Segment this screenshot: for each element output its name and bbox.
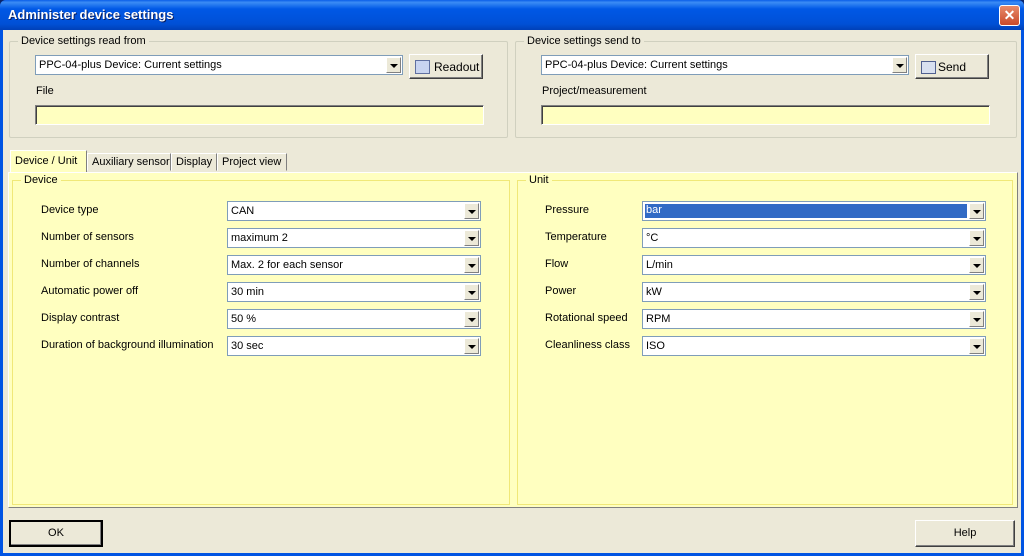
device-row-label: Automatic power off — [41, 285, 139, 297]
unit-row-value: bar — [645, 204, 967, 218]
chevron-down-icon[interactable] — [464, 203, 479, 219]
chevron-down-icon[interactable] — [892, 57, 907, 73]
tab-label: Project view — [222, 156, 282, 168]
chevron-down-icon[interactable] — [969, 203, 984, 219]
device-row-select[interactable]: 50 % — [227, 309, 481, 329]
send-to-group: Device settings send to PPC-04-plus Devi… — [515, 35, 1017, 138]
tab-auxiliary-sensor[interactable]: Auxiliary sensor — [87, 153, 171, 171]
unit-row-label: Rotational speed — [545, 312, 628, 324]
unit-row-select[interactable]: L/min — [642, 255, 986, 275]
close-button[interactable]: ✕ — [999, 5, 1020, 26]
target-device-value: PPC-04-plus Device: Current settings — [545, 59, 728, 71]
device-row-value: 50 % — [231, 313, 257, 325]
tab-display[interactable]: Display — [171, 153, 217, 171]
device-group-label: Device — [21, 174, 61, 186]
chevron-down-icon[interactable] — [464, 311, 479, 327]
chevron-down-icon[interactable] — [969, 311, 984, 327]
unit-row-value: L/min — [646, 259, 673, 271]
ok-label: OK — [48, 527, 64, 539]
read-from-label: Device settings read from — [18, 35, 149, 47]
unit-row-select[interactable]: bar — [642, 201, 986, 221]
unit-row-select[interactable]: ISO — [642, 336, 986, 356]
readout-button[interactable]: Readout — [409, 54, 483, 79]
chevron-down-icon[interactable] — [969, 257, 984, 273]
unit-group-label: Unit — [526, 174, 552, 186]
unit-row-label: Cleanliness class — [545, 339, 630, 351]
unit-row-value: kW — [646, 286, 662, 298]
device-row-value: CAN — [231, 205, 255, 217]
device-row-label: Number of channels — [41, 258, 140, 270]
send-button[interactable]: Send — [915, 54, 989, 79]
file-label: File — [36, 85, 54, 97]
device-row-select[interactable]: maximum 2 — [227, 228, 481, 248]
device-row-select[interactable]: Max. 2 for each sensor — [227, 255, 481, 275]
device-unit-page: Device Device type CAN Number of sensors ma… — [8, 172, 1018, 508]
source-device-value: PPC-04-plus Device: Current settings — [39, 59, 222, 71]
unit-row-value: ISO — [646, 340, 665, 352]
readout-label: Readout — [434, 60, 480, 74]
device-row-label: Display contrast — [41, 312, 120, 324]
unit-row-select[interactable]: RPM — [642, 309, 986, 329]
tab-device-unit[interactable]: Device / Unit — [10, 150, 87, 172]
send-to-label: Device settings send to — [524, 35, 644, 47]
chevron-down-icon[interactable] — [464, 257, 479, 273]
unit-row-label: Flow — [545, 258, 569, 270]
dialog-window: Administer device settings ✕ Device sett… — [0, 0, 1024, 556]
chevron-down-icon[interactable] — [464, 230, 479, 246]
help-button[interactable]: Help — [915, 520, 1015, 547]
chevron-down-icon[interactable] — [969, 338, 984, 354]
device-row-select[interactable]: 30 min — [227, 282, 481, 302]
tab-label: Display — [176, 156, 213, 168]
ok-button[interactable]: OK — [9, 520, 103, 547]
chevron-down-icon[interactable] — [464, 338, 479, 354]
project-field[interactable] — [541, 105, 990, 125]
target-device-select[interactable]: PPC-04-plus Device: Current settings — [541, 55, 909, 75]
close-icon: ✕ — [1003, 7, 1016, 23]
unit-row-label: Power — [545, 285, 577, 297]
device-row-value: 30 min — [231, 286, 265, 298]
send-icon — [921, 61, 936, 74]
device-group: Device Device type CAN Number of sensors ma… — [12, 174, 510, 505]
send-label: Send — [938, 60, 967, 74]
unit-row-label: Pressure — [545, 204, 590, 216]
chevron-down-icon[interactable] — [969, 284, 984, 300]
device-row-value: 30 sec — [231, 340, 264, 352]
help-label: Help — [953, 527, 977, 539]
tab-project-view[interactable]: Project view — [217, 153, 287, 171]
unit-group: Unit Pressure bar Temperature °C Flow L/min Po… — [517, 174, 1013, 505]
unit-row-value: RPM — [646, 313, 671, 325]
title-bar[interactable]: Administer device settings ✕ — [0, 0, 1024, 30]
chevron-down-icon[interactable] — [464, 284, 479, 300]
read-from-group: Device settings read from PPC-04-plus De… — [9, 35, 508, 138]
unit-row-select[interactable]: kW — [642, 282, 986, 302]
source-device-select[interactable]: PPC-04-plus Device: Current settings — [35, 55, 403, 75]
dialog-body: Device settings read from PPC-04-plus De… — [3, 30, 1021, 553]
device-row-value: Max. 2 for each sensor — [231, 259, 343, 271]
unit-row-select[interactable]: °C — [642, 228, 986, 248]
device-row-value: maximum 2 — [231, 232, 288, 244]
tab-label: Auxiliary sensor — [92, 156, 170, 168]
device-row-label: Number of sensors — [41, 231, 134, 243]
device-row-select[interactable]: 30 sec — [227, 336, 481, 356]
project-label: Project/measurement — [542, 85, 647, 97]
chevron-down-icon[interactable] — [969, 230, 984, 246]
unit-row-value: °C — [646, 232, 659, 244]
readout-icon — [415, 60, 430, 74]
tab-label: Device / Unit — [15, 155, 78, 167]
device-row-label: Device type — [41, 204, 99, 216]
device-row-label: Duration of background illumination — [41, 339, 214, 351]
file-field[interactable] — [35, 105, 484, 125]
unit-row-label: Temperature — [545, 231, 607, 243]
window-title: Administer device settings — [8, 7, 174, 22]
chevron-down-icon[interactable] — [386, 57, 401, 73]
device-row-select[interactable]: CAN — [227, 201, 481, 221]
